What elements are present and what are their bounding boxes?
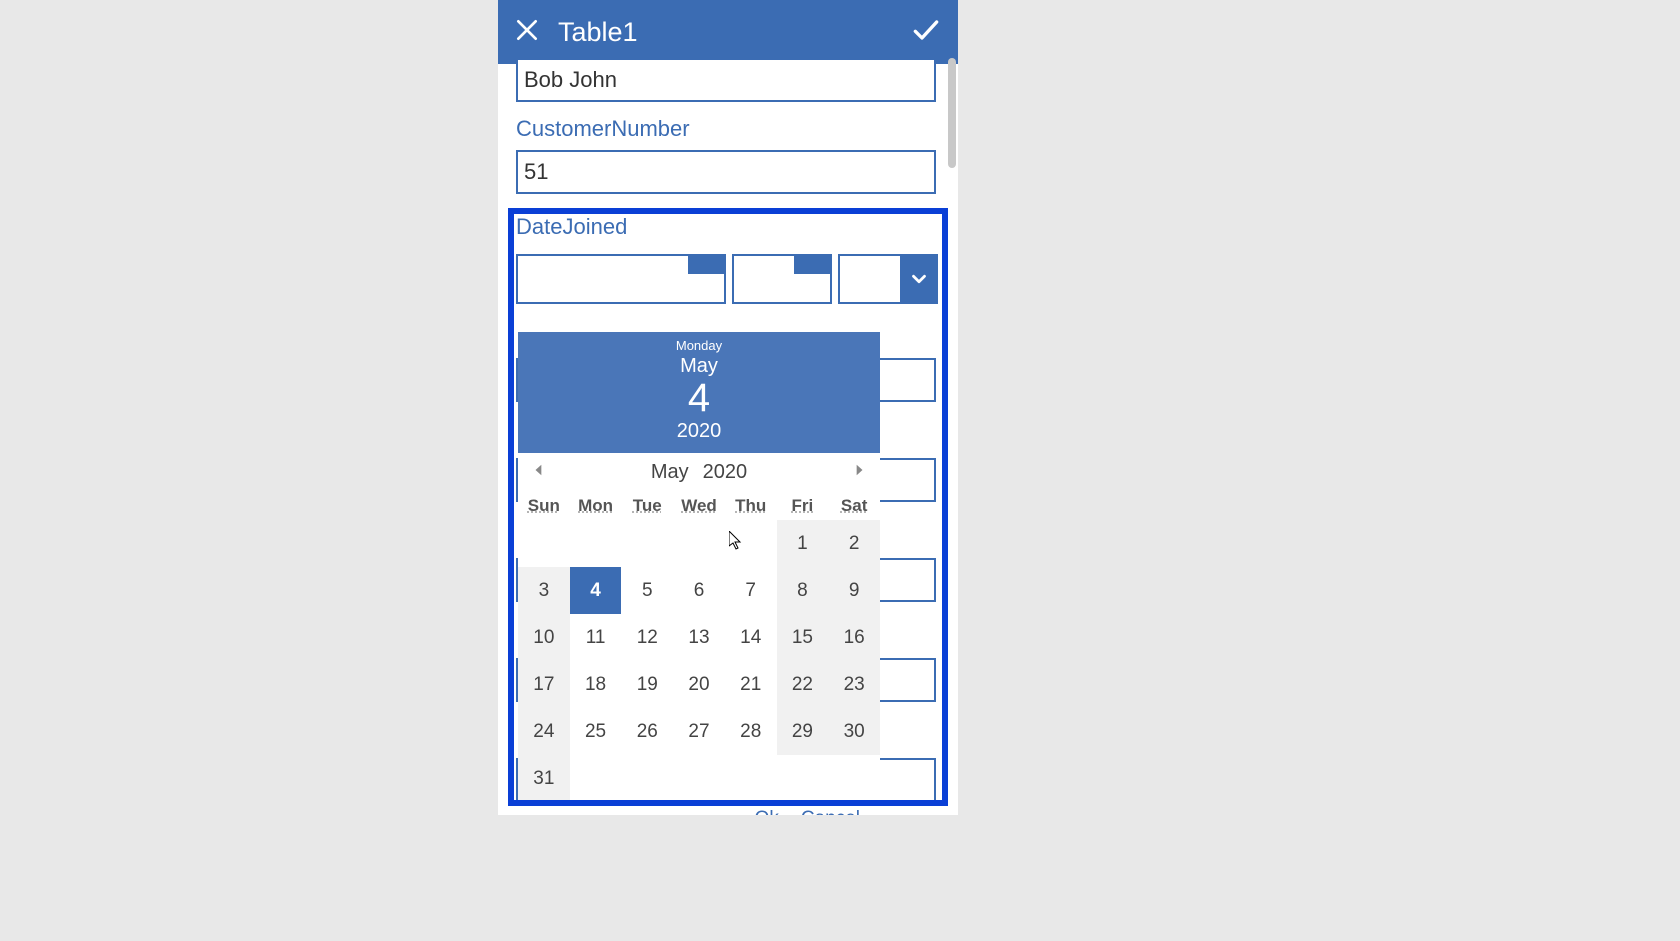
prev-month-button[interactable]: [532, 463, 546, 482]
dp-actions: Ok Cancel: [518, 802, 880, 815]
dp-cell-15[interactable]: 15: [777, 614, 829, 661]
dp-dow-fri: Fri: [777, 488, 829, 520]
dp-cell-empty: [725, 755, 777, 802]
dp-cell-10[interactable]: 10: [518, 614, 570, 661]
dp-dow-tue: Tue: [621, 488, 673, 520]
dp-dow-mon: Mon: [570, 488, 622, 520]
dp-grid: SunMonTueWedThuFriSat1234567891011121314…: [518, 488, 880, 802]
dp-cell-19[interactable]: 19: [621, 661, 673, 708]
dp-cell-29[interactable]: 29: [777, 708, 829, 755]
date-joined-label: DateJoined: [516, 214, 940, 240]
dp-cell-empty: [673, 755, 725, 802]
dp-day: 4: [518, 378, 880, 418]
dp-cell-14[interactable]: 14: [725, 614, 777, 661]
dp-cell-18[interactable]: 18: [570, 661, 622, 708]
dp-dow-thu: Thu: [725, 488, 777, 520]
close-button[interactable]: [514, 17, 540, 48]
date-joined-row: [516, 254, 940, 304]
dp-cell-7[interactable]: 7: [725, 567, 777, 614]
date-picker: Monday May 4 2020 May 2020 SunMonTueWedT…: [518, 332, 880, 815]
dp-cancel-button[interactable]: Cancel: [801, 808, 860, 815]
dp-cell-16[interactable]: 16: [828, 614, 880, 661]
check-icon: [910, 14, 942, 46]
name-input[interactable]: Bob John: [516, 58, 936, 102]
dp-cell-5[interactable]: 5: [621, 567, 673, 614]
dp-cell-30[interactable]: 30: [828, 708, 880, 755]
dp-cell-6[interactable]: 6: [673, 567, 725, 614]
close-icon: [514, 17, 540, 43]
hour-dropdown-handle[interactable]: [794, 254, 832, 274]
dp-dow-sat: Sat: [828, 488, 880, 520]
dp-cell-empty: [621, 755, 673, 802]
dp-cell-28[interactable]: 28: [725, 708, 777, 755]
dp-cell-1[interactable]: 1: [777, 520, 829, 567]
date-joined-minute-box[interactable]: [838, 254, 938, 304]
confirm-button[interactable]: [910, 14, 942, 51]
chevron-left-icon: [532, 463, 546, 477]
form-area: Bob John CustomerNumber 51 DateJoined: [498, 58, 958, 809]
date-joined-hour-box[interactable]: [732, 254, 832, 304]
dp-cell-empty: [777, 755, 829, 802]
dp-cell-9[interactable]: 9: [828, 567, 880, 614]
name-value: Bob John: [524, 67, 617, 93]
dp-cell-17[interactable]: 17: [518, 661, 570, 708]
dp-cell-11[interactable]: 11: [570, 614, 622, 661]
dp-cell-empty: [570, 755, 622, 802]
dp-cell-4[interactable]: 4: [570, 567, 622, 614]
date-dropdown-handle[interactable]: [688, 254, 726, 274]
dp-cell-25[interactable]: 25: [570, 708, 622, 755]
app-frame: Table1 Bob John CustomerNumber 51 DateJo…: [498, 0, 958, 815]
dp-ok-button[interactable]: Ok: [755, 808, 779, 815]
customer-number-value: 51: [524, 159, 548, 185]
scrollbar-thumb[interactable]: [948, 58, 956, 168]
dp-cell-empty: [725, 520, 777, 567]
dp-dow-wed: Wed: [673, 488, 725, 520]
dp-nav: May 2020: [518, 453, 880, 488]
dp-cell-31[interactable]: 31: [518, 755, 570, 802]
dp-cell-13[interactable]: 13: [673, 614, 725, 661]
dp-cell-3[interactable]: 3: [518, 567, 570, 614]
dp-cell-8[interactable]: 8: [777, 567, 829, 614]
minute-dropdown-handle[interactable]: [900, 254, 938, 304]
header-title: Table1: [558, 17, 910, 48]
customer-number-input[interactable]: 51: [516, 150, 936, 194]
date-joined-date-box[interactable]: [516, 254, 726, 304]
dp-nav-year: 2020: [703, 461, 748, 484]
dp-year: 2020: [518, 420, 880, 443]
customer-number-label: CustomerNumber: [516, 116, 940, 142]
dp-cell-21[interactable]: 21: [725, 661, 777, 708]
scrollbar-track[interactable]: [948, 58, 956, 809]
app-header: Table1: [498, 0, 958, 64]
date-picker-header: Monday May 4 2020: [518, 332, 880, 453]
dp-cell-12[interactable]: 12: [621, 614, 673, 661]
chevron-right-icon: [852, 463, 866, 477]
dp-cell-24[interactable]: 24: [518, 708, 570, 755]
dp-cell-2[interactable]: 2: [828, 520, 880, 567]
dp-cell-27[interactable]: 27: [673, 708, 725, 755]
dp-cell-22[interactable]: 22: [777, 661, 829, 708]
dp-cell-23[interactable]: 23: [828, 661, 880, 708]
dp-dow-sun: Sun: [518, 488, 570, 520]
chevron-down-icon: [908, 268, 930, 290]
dp-nav-month: May: [651, 461, 689, 484]
dp-month: May: [518, 355, 880, 378]
dp-cell-26[interactable]: 26: [621, 708, 673, 755]
dp-cell-20[interactable]: 20: [673, 661, 725, 708]
dp-cell-empty: [570, 520, 622, 567]
dp-weekday: Monday: [518, 338, 880, 353]
dp-cell-empty: [621, 520, 673, 567]
dp-nav-label[interactable]: May 2020: [651, 461, 747, 484]
next-month-button[interactable]: [852, 463, 866, 482]
dp-cell-empty: [518, 520, 570, 567]
dp-cell-empty: [673, 520, 725, 567]
dp-cell-empty: [828, 755, 880, 802]
